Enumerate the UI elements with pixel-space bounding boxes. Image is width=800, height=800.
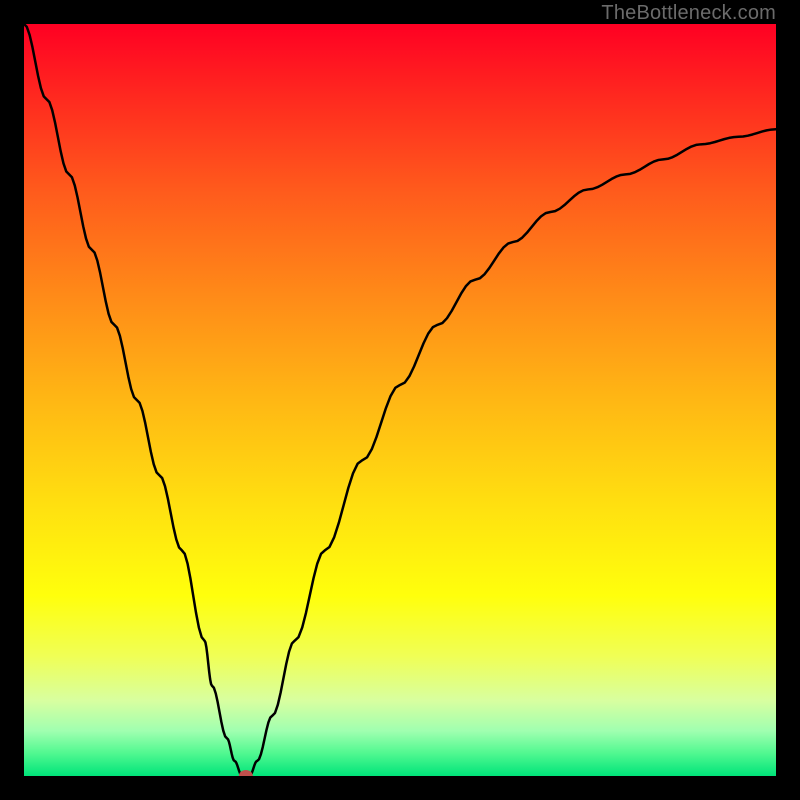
- watermark-text: TheBottleneck.com: [601, 2, 776, 25]
- minimum-marker: [239, 770, 253, 776]
- bottleneck-curve-path: [24, 24, 776, 776]
- chart-frame: TheBottleneck.com: [0, 0, 800, 800]
- plot-area: [24, 24, 776, 776]
- bottleneck-curve-svg: [24, 24, 776, 776]
